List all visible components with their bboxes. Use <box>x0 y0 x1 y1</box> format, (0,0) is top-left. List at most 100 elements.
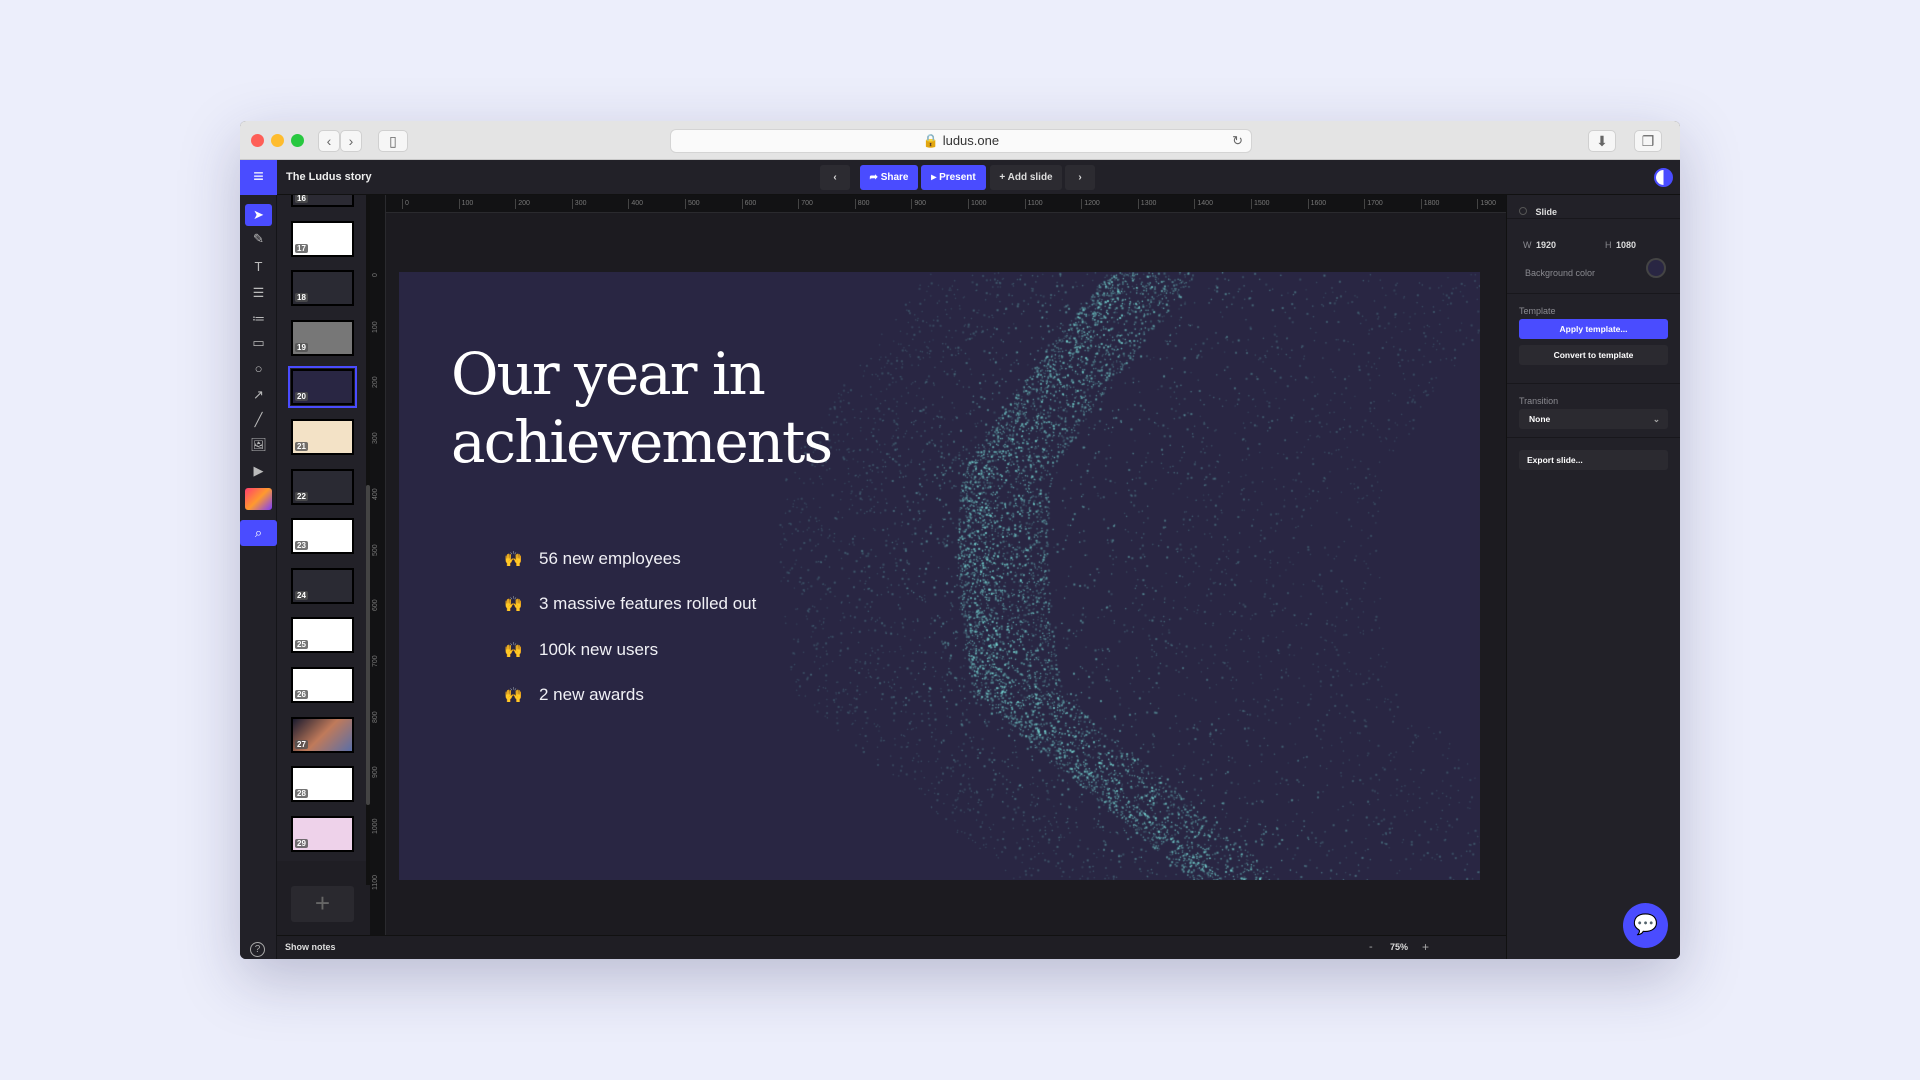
slide-thumbnail-25[interactable]: 25 <box>291 617 354 654</box>
height-value[interactable]: 1080 <box>1616 240 1636 250</box>
background-color-label: Background color <box>1525 268 1596 278</box>
ruler-tick: 600 <box>372 599 379 612</box>
slide-canvas: Our year in achievements 🙌 56 new employee… <box>386 213 1506 935</box>
bullet-item: 🙌 56 new employees <box>504 536 756 582</box>
add-slide-thumbnail-button[interactable]: + <box>291 886 354 922</box>
menu-button[interactable]: ≡ <box>240 160 277 195</box>
slide-thumbnail-21[interactable]: 21 <box>291 419 354 455</box>
ruler-tick: 900 <box>911 199 926 209</box>
properties-panel: Slide W 1920 H 1080 Background color Tem… <box>1506 195 1680 959</box>
document-title[interactable]: The Ludus story <box>286 171 372 183</box>
tool-text[interactable]: T <box>245 256 272 278</box>
ruler-tick: 100 <box>458 199 473 209</box>
tool-pencil[interactable]: ✎ <box>245 228 272 250</box>
raising-hands-icon: 🙌 <box>504 687 523 705</box>
minimize-window-button[interactable] <box>271 134 284 147</box>
slide-thumbnail-24[interactable]: 24 <box>291 567 354 604</box>
sidebar-toggle-button[interactable]: ▯ <box>378 130 408 152</box>
slide-thumbnail-26[interactable]: 26 <box>291 667 354 703</box>
tool-circle[interactable]: ○ <box>245 358 272 380</box>
chat-support-button[interactable]: 💬 <box>1623 903 1668 948</box>
address-bar[interactable]: 🔒 ludus.one ↻ <box>670 129 1252 153</box>
contrast-toggle-icon[interactable] <box>1654 168 1673 187</box>
slide-number: 27 <box>295 739 308 749</box>
tool-select[interactable]: ➤ <box>245 204 272 226</box>
raising-hands-icon: 🙌 <box>504 596 523 614</box>
tool-rectangle[interactable]: ▭ <box>245 332 272 354</box>
transition-select[interactable]: None ⌄ <box>1519 409 1668 429</box>
tool-arrow[interactable]: ↗ <box>245 384 272 406</box>
slide-thumbnail-19[interactable]: 19 <box>291 319 354 356</box>
bullet-text: 56 new employees <box>539 548 681 568</box>
export-slide-button[interactable]: Export slide... <box>1519 450 1668 470</box>
hamburger-icon: ≡ <box>253 166 264 186</box>
bullet-text: 3 massive features rolled out <box>539 594 757 614</box>
ruler-tick: 500 <box>685 199 700 209</box>
forward-button[interactable]: › <box>340 130 362 152</box>
chevron-down-icon: ⌄ <box>1652 414 1660 424</box>
zoom-out-button[interactable]: - <box>1369 941 1373 953</box>
slide-thumbnail-27[interactable]: 27 <box>291 716 354 753</box>
slide-thumbnail-20[interactable]: 20 <box>288 366 357 409</box>
maximize-window-button[interactable] <box>291 134 304 147</box>
pencil-icon: ✎ <box>253 231 264 246</box>
slide-number: 25 <box>295 640 308 650</box>
add-slide-button[interactable]: + Add slide <box>990 165 1062 190</box>
slide-thumbnail-17[interactable]: 17 <box>291 220 354 257</box>
tool-list[interactable]: ≔ <box>245 308 272 330</box>
panel-header-title: Slide <box>1535 207 1557 217</box>
bullet-item: 🙌 2 new awards <box>504 673 756 719</box>
tool-image[interactable]: 🖼 <box>245 434 272 456</box>
slide-title[interactable]: Our year in achievements <box>451 340 833 476</box>
ruler-tick: 1000 <box>968 199 987 209</box>
horizontal-ruler: 0 100 200 300 400 500 600 700 800 900 1000 1100 1200… <box>386 195 1506 213</box>
width-value[interactable]: 1920 <box>1536 240 1556 250</box>
ruler-tick: 1600 <box>1307 199 1326 209</box>
background-color-swatch[interactable] <box>1646 258 1666 278</box>
slide-thumbnail-23[interactable]: 23 <box>291 518 354 555</box>
next-slide-button[interactable]: › <box>1065 165 1095 190</box>
slide-thumbnail-18[interactable]: 18 <box>291 270 354 307</box>
slide-number: 22 <box>295 491 308 501</box>
slide-thumbnail-28[interactable]: 28 <box>291 766 354 803</box>
ruler-tick: 300 <box>571 199 586 209</box>
apply-template-button[interactable]: Apply template... <box>1519 319 1668 339</box>
tabs-button[interactable]: ❐ <box>1634 130 1662 152</box>
bullet-list[interactable]: 🙌 56 new employees 🙌 3 massive features rol… <box>504 536 756 718</box>
slide-thumbnail-22[interactable]: 22 <box>291 468 354 505</box>
zoom-in-button[interactable]: + <box>1422 940 1429 954</box>
tool-creative-cloud[interactable] <box>245 488 272 510</box>
slide-size-section: W 1920 H 1080 Background color <box>1507 219 1680 294</box>
bullet-text: 2 new awards <box>539 685 644 705</box>
plus-icon: + <box>999 172 1008 183</box>
show-notes-button[interactable]: Show notes <box>285 942 336 952</box>
tool-line[interactable]: ╱ <box>245 409 272 431</box>
ruler-tick: 200 <box>515 199 530 209</box>
slide-thumbnails: 16 17 18 19 20 21 22 23 24 25 26 27 28 29 <box>277 195 366 861</box>
tool-paragraph[interactable]: ☰ <box>245 282 272 304</box>
close-window-button[interactable] <box>251 134 264 147</box>
chat-bubble-icon: 💬 <box>1633 914 1658 936</box>
present-button[interactable]: ▸ Present <box>921 165 986 190</box>
convert-to-template-button[interactable]: Convert to template <box>1519 345 1668 365</box>
tool-search[interactable]: ⌕ <box>240 520 277 546</box>
previous-slide-button[interactable]: ‹ <box>820 165 850 190</box>
ruler-tick: 100 <box>372 321 379 333</box>
slide-thumbnail-29[interactable]: 29 <box>291 815 354 852</box>
slide-number: 19 <box>295 342 308 352</box>
downloads-button[interactable]: ⬇ <box>1588 130 1616 152</box>
tool-video[interactable]: ▶ <box>245 460 272 482</box>
ruler-tick: 200 <box>372 376 379 389</box>
height-label: H <box>1605 240 1612 250</box>
help-icon[interactable]: ? <box>250 942 265 957</box>
reload-icon[interactable]: ↻ <box>1232 130 1243 152</box>
ruler-tick: 1000 <box>372 818 379 834</box>
slide-number: 18 <box>295 293 308 303</box>
slide-thumbnail-16[interactable]: 16 <box>291 195 354 207</box>
chevron-left-icon: ‹ <box>326 133 332 149</box>
share-button[interactable]: ➦ Share <box>860 165 918 190</box>
slide[interactable]: Our year in achievements 🙌 56 new employee… <box>399 272 1480 880</box>
zoom-level[interactable]: 75% <box>1390 942 1408 952</box>
ruler-tick: 1200 <box>1081 199 1100 209</box>
back-button[interactable]: ‹ <box>318 130 340 152</box>
